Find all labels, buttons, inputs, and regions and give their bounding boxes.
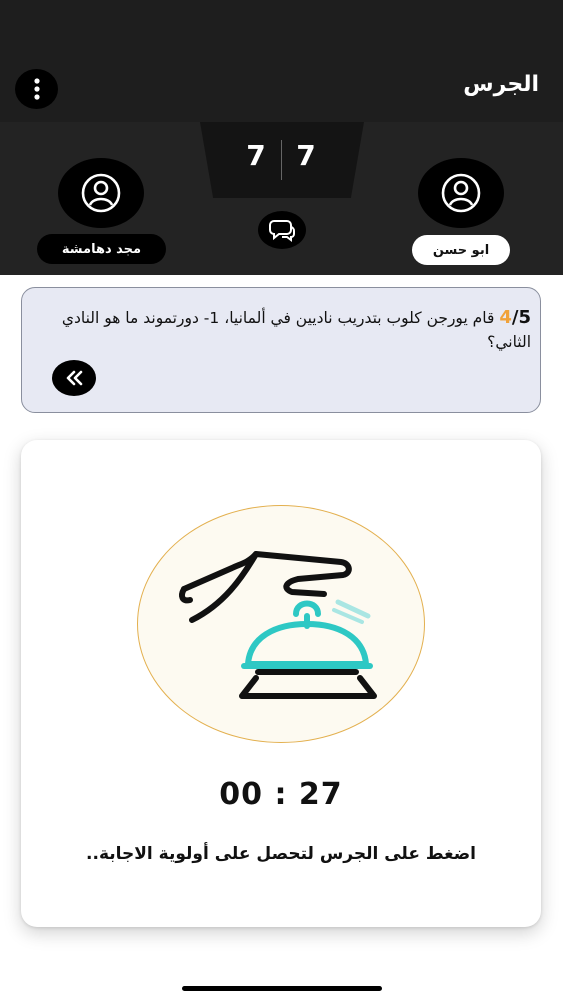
buzzer-button[interactable]	[137, 505, 425, 743]
countdown-timer: 00 : 27	[219, 777, 343, 812]
user-icon	[81, 173, 121, 213]
more-vertical-icon	[33, 78, 40, 100]
question-text-block: 4/5 قام يورجن كلوب بتدريب ناديين في ألما…	[51, 306, 531, 354]
player-left-name: مجد دهامشة	[37, 234, 166, 264]
question-counter: 4/5	[499, 307, 531, 328]
player-right-avatar	[418, 158, 504, 228]
chat-bubbles-icon	[269, 220, 295, 242]
score-right: 7	[296, 139, 316, 172]
next-question-button[interactable]	[52, 360, 96, 396]
question-total: 5	[518, 307, 531, 328]
user-icon	[441, 173, 481, 213]
chat-button[interactable]	[258, 211, 306, 249]
service-bell-icon	[179, 551, 377, 699]
home-indicator[interactable]	[182, 986, 382, 991]
buzzer-instruction: اضغط على الجرس لتحصل على أولوية الاجابة.…	[86, 844, 476, 864]
page-title: الجرس	[463, 72, 539, 97]
question-text: قام يورجن كلوب بتدريب ناديين في ألمانيا،…	[61, 309, 531, 351]
more-options-button[interactable]	[15, 69, 58, 109]
player-left-avatar	[58, 158, 144, 228]
score-divider	[281, 140, 282, 180]
double-chevron-left-icon	[66, 370, 83, 386]
score-tab	[200, 122, 364, 198]
question-current: 4	[499, 307, 512, 328]
buzzer-card: 00 : 27 اضغط على الجرس لتحصل على أولوية …	[21, 440, 541, 927]
player-right-name: ابو حسن	[412, 235, 510, 265]
question-card: 4/5 قام يورجن كلوب بتدريب ناديين في ألما…	[21, 287, 541, 413]
score-left: 7	[246, 139, 266, 172]
